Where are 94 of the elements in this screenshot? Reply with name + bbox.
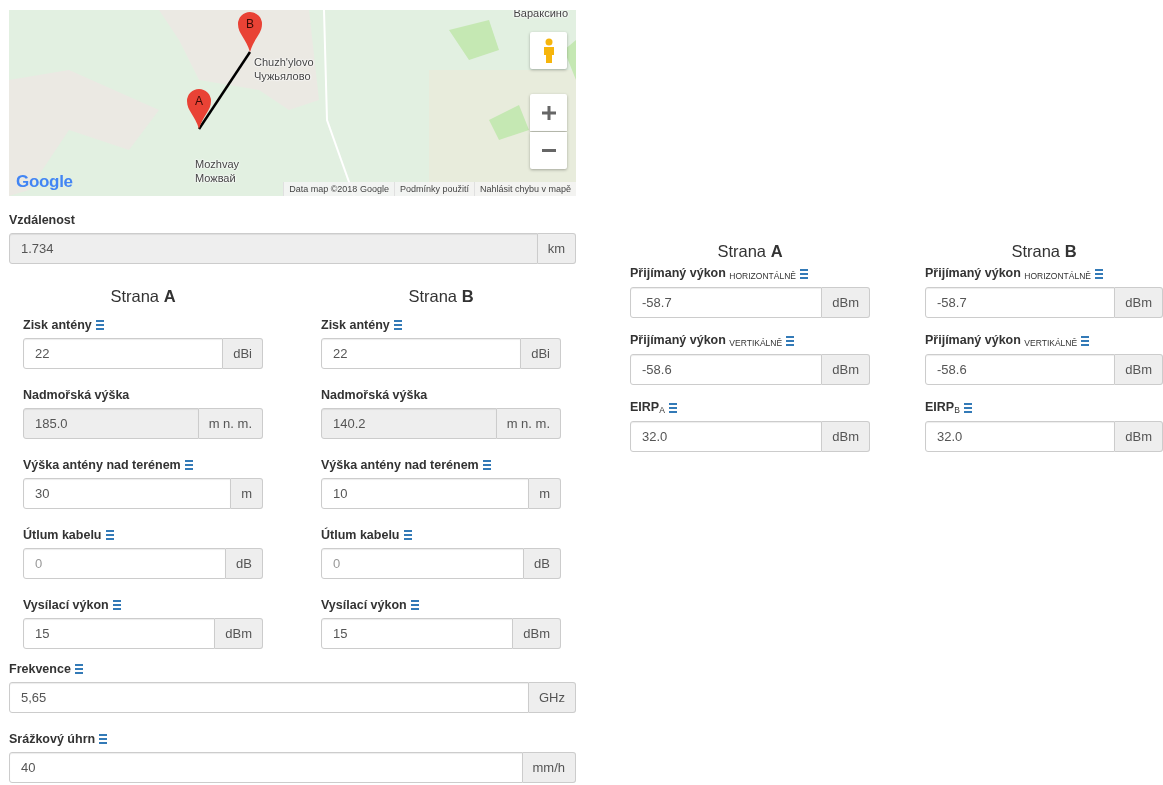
unit-addon: dBm bbox=[1115, 354, 1163, 385]
side-heading: Strana B bbox=[407, 286, 475, 307]
unit-addon: dBm bbox=[1115, 287, 1163, 318]
side-heading: Strana A bbox=[109, 286, 177, 307]
unit-addon: dB bbox=[226, 548, 263, 579]
map-logo: Google bbox=[16, 172, 73, 192]
list-icon[interactable] bbox=[668, 402, 677, 413]
unit-addon: dBi bbox=[223, 338, 263, 369]
input-field[interactable]: 185.0 bbox=[23, 408, 199, 439]
unit-addon: m n. m. bbox=[496, 408, 561, 439]
list-icon[interactable] bbox=[963, 402, 972, 413]
list-icon[interactable] bbox=[74, 663, 83, 674]
input-field[interactable]: 0 bbox=[23, 548, 227, 579]
map[interactable]: A B Вараксино Chuzh'ylovo Чужьялово Mozhvay Google Можвай Data map ©2018 Google Podmínky použití Nahlásit chybu v mapě bbox=[9, 10, 576, 196]
zoom-out-button[interactable] bbox=[530, 132, 567, 169]
field-label: Frekvence bbox=[9, 661, 71, 676]
unit-addon: mm/h bbox=[522, 752, 576, 783]
list-icon[interactable] bbox=[799, 268, 808, 279]
field-label: Útlum kabelu bbox=[321, 527, 400, 542]
place-label: Вараксино bbox=[513, 10, 568, 20]
field-label: Přijímaný výkon $_{VERTIKÁLNĚ}$ bbox=[925, 333, 1078, 348]
list-icon[interactable] bbox=[184, 459, 193, 470]
field-label: Nadmořská výška bbox=[321, 387, 428, 402]
input-field[interactable]: 15 bbox=[23, 618, 216, 649]
field-label: Výška antény nad terénem bbox=[321, 457, 479, 472]
side-heading: Strana A bbox=[716, 241, 784, 262]
list-icon[interactable] bbox=[393, 319, 402, 330]
input-field[interactable]: -58.6 bbox=[925, 354, 1116, 385]
unit-addon: dBm bbox=[822, 354, 870, 385]
input-field[interactable]: 140.2 bbox=[321, 408, 497, 439]
list-icon[interactable] bbox=[1094, 268, 1103, 279]
list-icon[interactable] bbox=[105, 529, 114, 540]
list-icon[interactable] bbox=[1081, 335, 1090, 346]
input-field[interactable]: 15 bbox=[321, 618, 514, 649]
input-field[interactable]: 22 bbox=[321, 338, 522, 369]
field-label: Výška antény nad terénem bbox=[23, 457, 181, 472]
place-label: Чужьялово bbox=[254, 70, 311, 83]
input-field[interactable]: 32.0 bbox=[630, 421, 823, 452]
list-icon[interactable] bbox=[786, 335, 795, 346]
unit-addon: dBm bbox=[513, 618, 561, 649]
place-label: Mozhvay bbox=[195, 158, 240, 171]
field-label: Vysílací výkon bbox=[23, 597, 109, 612]
field-label: Přijímaný výkon $_{HORIZONTÁLNĚ}$ bbox=[630, 266, 796, 281]
map-marker[interactable]: B bbox=[238, 12, 262, 52]
list-icon[interactable] bbox=[403, 529, 412, 540]
input-field[interactable]: -58.7 bbox=[925, 287, 1116, 318]
unit-addon: km bbox=[537, 233, 576, 264]
field-label: Srážkový úhrn bbox=[9, 731, 96, 746]
place-label: Можвай bbox=[195, 172, 236, 185]
unit-addon: dBm bbox=[1115, 421, 1163, 452]
list-icon[interactable] bbox=[112, 599, 121, 610]
unit-addon: m bbox=[529, 478, 561, 509]
field-label: Přijímaný výkon $_{VERTIKÁLNĚ}$ bbox=[630, 333, 783, 348]
side-heading: Strana B bbox=[1010, 241, 1078, 262]
attribution-link[interactable]: Data map ©2018 Google bbox=[283, 182, 394, 196]
input-field[interactable]: 1.734 bbox=[9, 233, 538, 264]
attribution-link[interactable]: Podmínky použití bbox=[393, 182, 474, 196]
field-label: Vysílací výkon bbox=[321, 597, 407, 612]
input-field[interactable]: -58.6 bbox=[630, 354, 823, 385]
input-field[interactable]: 0 bbox=[321, 548, 525, 579]
field-label: Zisk antény bbox=[23, 317, 92, 332]
unit-addon: dBm bbox=[215, 618, 263, 649]
input-field[interactable]: 22 bbox=[23, 338, 224, 369]
list-icon[interactable] bbox=[410, 599, 419, 610]
unit-addon: dBm bbox=[822, 421, 870, 452]
input-field[interactable]: 40 bbox=[9, 752, 523, 783]
field-label: Přijímaný výkon $_{HORIZONTÁLNĚ}$ bbox=[925, 266, 1091, 281]
unit-addon: m bbox=[231, 478, 263, 509]
unit-addon: m n. m. bbox=[198, 408, 263, 439]
field-label: Útlum kabelu bbox=[23, 527, 102, 542]
field-label: EIRP$_{A}$ bbox=[630, 400, 665, 415]
person-icon bbox=[541, 37, 556, 64]
list-icon[interactable] bbox=[99, 733, 108, 744]
zoom-in-button[interactable] bbox=[530, 94, 567, 131]
plus-icon bbox=[540, 104, 557, 121]
field-label: Nadmořská výška bbox=[23, 387, 130, 402]
input-field[interactable]: 5,65 bbox=[9, 682, 529, 713]
unit-addon: dBm bbox=[822, 287, 870, 318]
map-marker[interactable]: A bbox=[187, 89, 211, 129]
input-field[interactable]: 30 bbox=[23, 478, 232, 509]
input-field[interactable]: 32.0 bbox=[925, 421, 1116, 452]
list-icon[interactable] bbox=[95, 319, 104, 330]
field-label: Vzdálenost bbox=[9, 212, 75, 227]
unit-addon: dBi bbox=[521, 338, 561, 369]
unit-addon: GHz bbox=[529, 682, 576, 713]
input-field[interactable]: -58.7 bbox=[630, 287, 823, 318]
minus-icon bbox=[540, 149, 557, 152]
field-label: EIRP$_{B}$ bbox=[925, 400, 960, 415]
input-field[interactable]: 10 bbox=[321, 478, 530, 509]
place-label: Chuzh'ylovo bbox=[254, 56, 314, 69]
unit-addon: dB bbox=[524, 548, 561, 579]
field-label: Zisk antény bbox=[321, 317, 390, 332]
attribution-link[interactable]: Nahlásit chybu v mapě bbox=[473, 182, 576, 196]
list-icon[interactable] bbox=[482, 459, 491, 470]
